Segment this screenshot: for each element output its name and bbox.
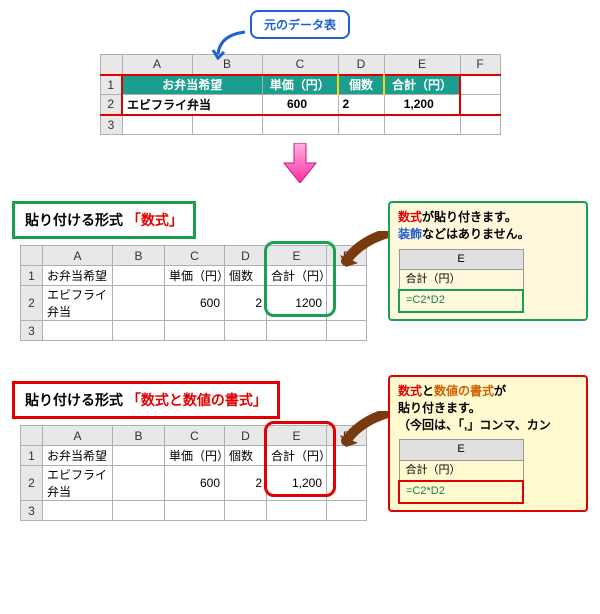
col-F: F	[460, 55, 500, 75]
label-formula-format: 貼り付ける形式 「数式と数値の書式」	[12, 381, 280, 419]
bubble-formula: 数式が貼り付きます。 装飾などはありません。 E 合計（円） =C2*D2	[388, 201, 588, 321]
paste-formula-table: A B C D E F 1 お弁当希望 単価（円） 個数 合計（円） 2 エビフ…	[20, 245, 367, 341]
label-accent: 「数式と数値の書式」	[127, 392, 267, 408]
cell-qty: 2	[338, 95, 384, 115]
bubble-formula-format: 数式と数値の書式が 貼り付きます。 （今回は、「,」コンマ、カン E 合計（円）…	[388, 375, 588, 512]
label-prefix: 貼り付ける形式	[25, 212, 123, 228]
cell-bento: エビフライ弁当	[122, 95, 262, 115]
label-prefix: 貼り付ける形式	[25, 392, 123, 408]
col-A: A	[122, 55, 192, 75]
hdr-price: 単価（円）	[262, 75, 338, 95]
row-2: 2	[100, 95, 122, 115]
hdr-qty: 個数	[338, 75, 384, 95]
cell-total: 1,200	[384, 95, 460, 115]
mini-table-formula: E 合計（円） =C2*D2	[398, 249, 524, 313]
col-E: E	[384, 55, 460, 75]
swoosh-arrow-icon	[340, 411, 390, 451]
section-formula-format: 貼り付ける形式 「数式と数値の書式」 A B C D E F 1 お弁当希望 単…	[10, 381, 590, 551]
swoosh-arrow-icon	[340, 231, 390, 271]
hdr-bento: お弁当希望	[122, 75, 262, 95]
col-D: D	[338, 55, 384, 75]
mini-table-formula-format: E 合計（円） =C2*D2	[398, 439, 524, 503]
label-formula: 貼り付ける形式 「数式」	[12, 201, 196, 239]
source-callout: 元のデータ表	[250, 10, 350, 39]
down-arrow-icon	[282, 143, 318, 183]
cell-price: 600	[262, 95, 338, 115]
col-C: C	[262, 55, 338, 75]
formula-cell: =C2*D2	[399, 290, 523, 311]
row-1: 1	[100, 75, 122, 95]
label-accent: 「数式」	[127, 212, 183, 228]
hdr-total: 合計（円）	[384, 75, 460, 95]
formula-cell: =C2*D2	[399, 481, 523, 502]
arrow-curve-icon	[210, 30, 250, 60]
section-formula: 貼り付ける形式 「数式」 A B C D E F 1 お弁当希望 単価（円） 個…	[10, 201, 590, 351]
row-3: 3	[100, 115, 122, 135]
paste-formula-format-table: A B C D E F 1 お弁当希望 単価（円） 個数 合計（円） 2 エビフ…	[20, 425, 367, 521]
source-table: A B C D E F 1 お弁当希望 単価（円） 個数 合計（円） 2 エビフ…	[100, 54, 501, 135]
